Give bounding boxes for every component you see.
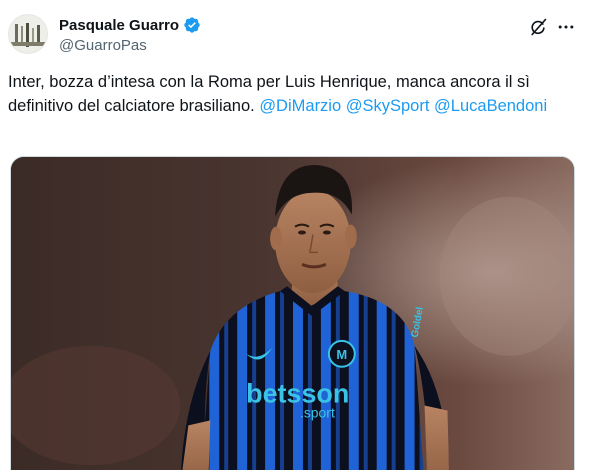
author-name-row: Pasquale Guarro [59, 16, 201, 34]
avatar[interactable] [8, 14, 48, 54]
verified-badge-icon[interactable] [183, 16, 201, 34]
tweet-media-photo[interactable]: M betsson .sport Goldel [10, 156, 575, 470]
svg-text:M: M [336, 347, 347, 362]
grok-button[interactable] [527, 16, 549, 38]
player-photo: M betsson .sport Goldel [11, 157, 574, 470]
mention-link[interactable]: @LucaBendoni [434, 97, 547, 115]
more-button[interactable] [555, 16, 577, 38]
sponsor-sub-text: .sport [300, 404, 335, 420]
author-display-name[interactable]: Pasquale Guarro [59, 17, 179, 34]
more-icon [558, 25, 574, 29]
author-handle[interactable]: @GuarroPas [59, 37, 147, 54]
grok-icon [531, 18, 547, 36]
mention-link[interactable]: @SkySport [346, 97, 430, 115]
tweet-text: Inter, bozza d’intesa con la Roma per Lu… [8, 70, 578, 118]
mention-link[interactable]: @DiMarzio [259, 97, 341, 115]
